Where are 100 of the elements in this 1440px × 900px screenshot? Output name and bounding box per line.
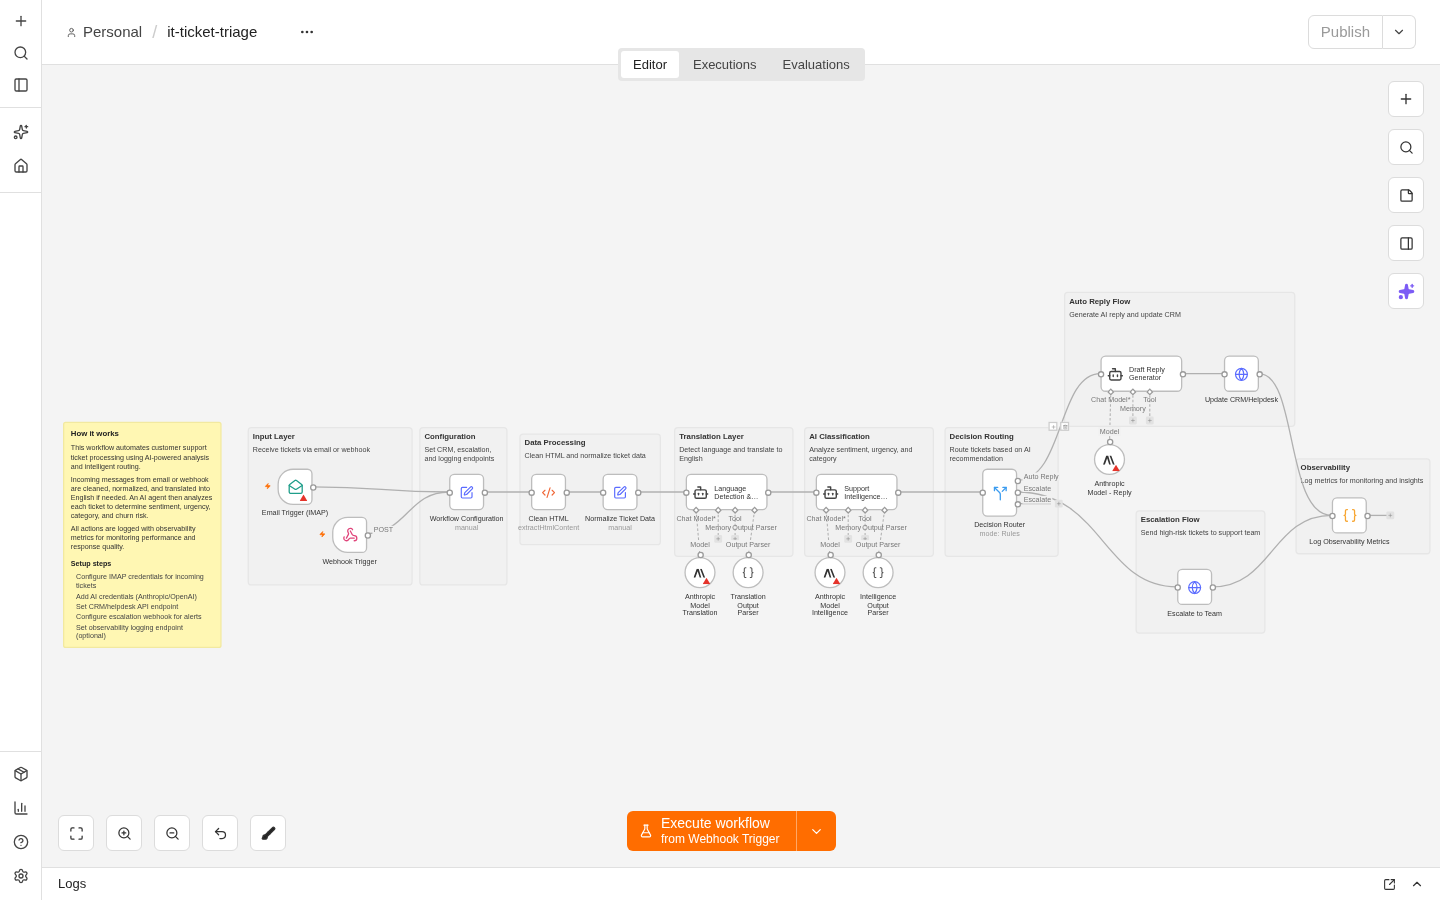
connector-handle[interactable] [599, 488, 606, 496]
sticky-note[interactable] [63, 421, 222, 648]
sparkles-button[interactable] [1388, 273, 1424, 309]
input-handle[interactable] [1146, 388, 1154, 396]
braces-icon [871, 566, 885, 580]
add-node-button[interactable] [1048, 421, 1058, 431]
home-icon [12, 158, 29, 174]
connector-handle[interactable] [894, 488, 901, 496]
warning-icon [702, 577, 711, 585]
workflow-name[interactable]: it-ticket-triage [167, 20, 258, 44]
bolt-icon [264, 482, 271, 490]
add-node-button[interactable] [1145, 416, 1154, 425]
breadcrumb-separator: / [152, 20, 158, 44]
connector-handle[interactable] [1173, 583, 1181, 591]
trash-icon [1062, 423, 1068, 429]
input-handle[interactable] [1129, 388, 1137, 396]
add-node-button[interactable] [844, 534, 853, 543]
workflow-node[interactable] [684, 557, 716, 589]
delete-button[interactable] [1060, 421, 1070, 431]
panel-toggle-button[interactable] [1388, 225, 1424, 261]
project-link[interactable]: Personal [83, 20, 143, 44]
workflow-node[interactable] [982, 468, 1018, 517]
connector-handle[interactable] [1106, 438, 1113, 445]
connector-handle[interactable] [1328, 512, 1336, 519]
add-node-button[interactable] [1129, 416, 1137, 425]
robot-icon [1106, 365, 1124, 383]
view-tab[interactable]: Evaluations [770, 51, 862, 78]
workflow-node[interactable] [814, 557, 846, 589]
connector-handle[interactable] [1255, 370, 1263, 377]
brush-icon [260, 825, 276, 841]
plus-icon [1130, 417, 1136, 424]
input-handle[interactable] [1107, 388, 1115, 396]
plus-icon [1147, 417, 1153, 424]
connector-handle[interactable] [527, 488, 535, 496]
connector-handle[interactable] [826, 551, 834, 558]
connector-handle[interactable] [1179, 370, 1186, 377]
add-node-button[interactable] [1386, 511, 1395, 520]
connector-handle[interactable] [744, 551, 752, 558]
undo-icon [212, 825, 228, 841]
connector-handle[interactable] [309, 483, 316, 491]
connector-handle[interactable] [363, 531, 371, 539]
connector-handle[interactable] [812, 488, 819, 496]
robot-icon [822, 483, 840, 501]
connector-handle[interactable] [978, 489, 986, 496]
warning-icon [299, 494, 308, 502]
add-node-button[interactable] [1054, 499, 1063, 508]
workflow-node[interactable] [732, 557, 764, 589]
view-tab[interactable]: Editor [621, 51, 679, 78]
connector-handle[interactable] [1220, 370, 1228, 377]
logs-title: Logs [58, 875, 87, 894]
connector-handle[interactable] [445, 488, 453, 496]
input-handle[interactable] [861, 506, 869, 514]
braces-icon [741, 566, 755, 580]
workflow-node[interactable] [449, 473, 485, 511]
zoom-in-button[interactable] [106, 815, 142, 851]
search-button[interactable] [1388, 129, 1424, 165]
workflow-node[interactable] [602, 473, 638, 511]
connector-handle[interactable] [1208, 583, 1216, 591]
pop-out-icon [1383, 877, 1396, 891]
help-icon [12, 834, 29, 850]
sticky-note-button[interactable] [1388, 177, 1424, 213]
undo-button[interactable] [202, 815, 238, 851]
settings-icon [12, 868, 29, 884]
plus-icon [715, 536, 721, 542]
workflow-node[interactable] [1177, 568, 1213, 606]
brush-button[interactable] [250, 815, 286, 851]
sparkles-icon [12, 124, 29, 140]
warning-icon [832, 577, 841, 585]
add-node-button[interactable] [714, 534, 723, 543]
connector-handle[interactable] [874, 551, 882, 558]
add-node-button[interactable] [1388, 81, 1424, 117]
pop-out-button[interactable] [1383, 877, 1396, 891]
view-tab[interactable]: Executions [680, 51, 769, 78]
plus-icon [732, 536, 738, 542]
workflow-node[interactable] [1093, 443, 1126, 476]
workflow-node[interactable] [531, 473, 567, 511]
workflow-node[interactable] [1331, 497, 1367, 534]
peak-logo-icon [693, 568, 707, 578]
fit-view-button[interactable] [58, 815, 94, 851]
workflow-node[interactable] [862, 557, 894, 589]
peak-logo-icon [823, 568, 837, 578]
button-title: Execute workflow [661, 815, 770, 831]
connector-handle[interactable] [562, 488, 570, 496]
zoom-out-button[interactable] [154, 815, 190, 851]
robot-icon [692, 483, 710, 501]
connector-handle[interactable] [696, 551, 704, 558]
connector-handle[interactable] [634, 488, 641, 496]
connector-handle[interactable] [682, 488, 689, 496]
workflow-node[interactable] [1223, 355, 1259, 392]
input-handle[interactable] [692, 506, 700, 514]
webhook-icon [341, 527, 358, 543]
button-subtitle: from Webhook Trigger [661, 831, 780, 847]
connector-handle[interactable] [1363, 512, 1371, 519]
input-handle[interactable] [822, 506, 830, 514]
flask-icon [639, 824, 653, 838]
execute-menu-button[interactable] [795, 811, 836, 851]
connector-handle[interactable] [1097, 370, 1104, 377]
plus-icon [1050, 423, 1056, 429]
connector-handle[interactable] [764, 488, 771, 496]
connector-handle[interactable] [480, 488, 488, 496]
